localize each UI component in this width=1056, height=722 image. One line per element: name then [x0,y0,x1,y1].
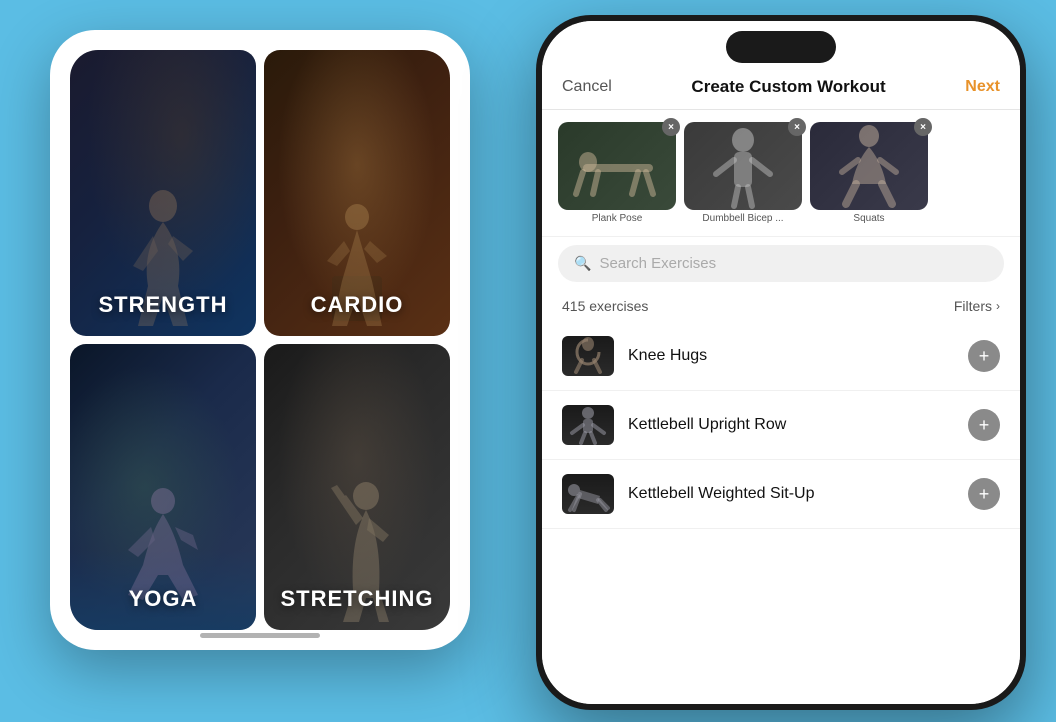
knee-hugs-name: Knee Hugs [628,347,954,365]
add-knee-hugs-button[interactable]: + [968,340,1000,372]
plus-icon-2: + [979,416,990,434]
squats-thumb-label: Squats [810,213,928,224]
knee-hugs-figure [562,336,614,376]
exercise-thumb-dumbbell: × Dumbbell Bicep ... [684,122,802,224]
cardio-card[interactable]: CARDIO [264,50,450,336]
stretching-card[interactable]: STRETCHING [264,344,450,630]
right-phone: Cancel Create Custom Workout Next × [536,15,1026,710]
home-indicator-left [200,633,320,638]
plus-icon-3: + [979,485,990,503]
notch-area [542,21,1020,69]
search-container: 🔍 Search Exercises [542,237,1020,290]
kettlebell-situp-figure [562,474,614,514]
kettlebell-situp-name: Kettlebell Weighted Sit-Up [628,485,954,503]
search-bar[interactable]: 🔍 Search Exercises [558,245,1004,282]
plus-icon: + [979,347,990,365]
phone-right-inner: Cancel Create Custom Workout Next × [542,21,1020,704]
remove-squats-button[interactable]: × [914,118,932,136]
yoga-label: YOGA [129,586,198,612]
nav-bar: Cancel Create Custom Workout Next [542,69,1020,110]
chevron-right-icon: › [996,299,1000,313]
add-kettlebell-situp-button[interactable]: + [968,478,1000,510]
cardio-label: CARDIO [311,292,404,318]
knee-hugs-thumb [562,336,614,376]
add-kettlebell-row-button[interactable]: + [968,409,1000,441]
cancel-button[interactable]: Cancel [562,78,612,96]
dynamic-island [726,31,836,63]
kettlebell-row-thumb [562,405,614,445]
exercise-thumb-plank: × Plank Pose [558,122,676,224]
nav-title: Create Custom Workout [691,77,885,97]
dumbbell-thumb-label: Dumbbell Bicep ... [684,213,802,224]
filters-button[interactable]: Filters › [954,298,1000,314]
next-button[interactable]: Next [965,78,1000,96]
remove-dumbbell-button[interactable]: × [788,118,806,136]
stretching-label: STRETCHING [281,586,434,612]
dumbbell-thumb-bg [684,122,802,210]
squats-figure-svg [810,122,928,210]
filters-label: Filters [954,298,992,314]
exercises-header: 415 exercises Filters › [542,290,1020,322]
dumbbell-figure-svg [684,122,802,210]
strength-label: STRENGTH [99,292,228,318]
exercise-item-knee-hugs[interactable]: Knee Hugs + [542,322,1020,391]
exercise-item-kettlebell-row[interactable]: Kettlebell Upright Row + [542,391,1020,460]
search-placeholder: Search Exercises [599,255,716,272]
yoga-card[interactable]: YOGA [70,344,256,630]
search-icon: 🔍 [574,255,591,272]
exercises-count: 415 exercises [562,298,648,314]
workout-grid: STRENGTH CARDIO [70,50,450,630]
kettlebell-row-name: Kettlebell Upright Row [628,416,954,434]
plank-thumb-bg [558,122,676,210]
remove-plank-button[interactable]: × [662,118,680,136]
exercise-item-kettlebell-situp[interactable]: Kettlebell Weighted Sit-Up + [542,460,1020,529]
exercises-list: Knee Hugs + Kettlebell U [542,322,1020,704]
kettlebell-row-figure [562,405,614,445]
strength-card[interactable]: STRENGTH [70,50,256,336]
plank-thumb-label: Plank Pose [558,213,676,224]
squats-thumb-bg [810,122,928,210]
selected-exercises-row: × Plank Pose × [542,110,1020,237]
exercise-thumb-squats: × Squats [810,122,928,224]
kettlebell-situp-thumb [562,474,614,514]
plank-figure-svg [558,122,676,210]
left-phone: STRENGTH CARDIO [50,30,470,650]
